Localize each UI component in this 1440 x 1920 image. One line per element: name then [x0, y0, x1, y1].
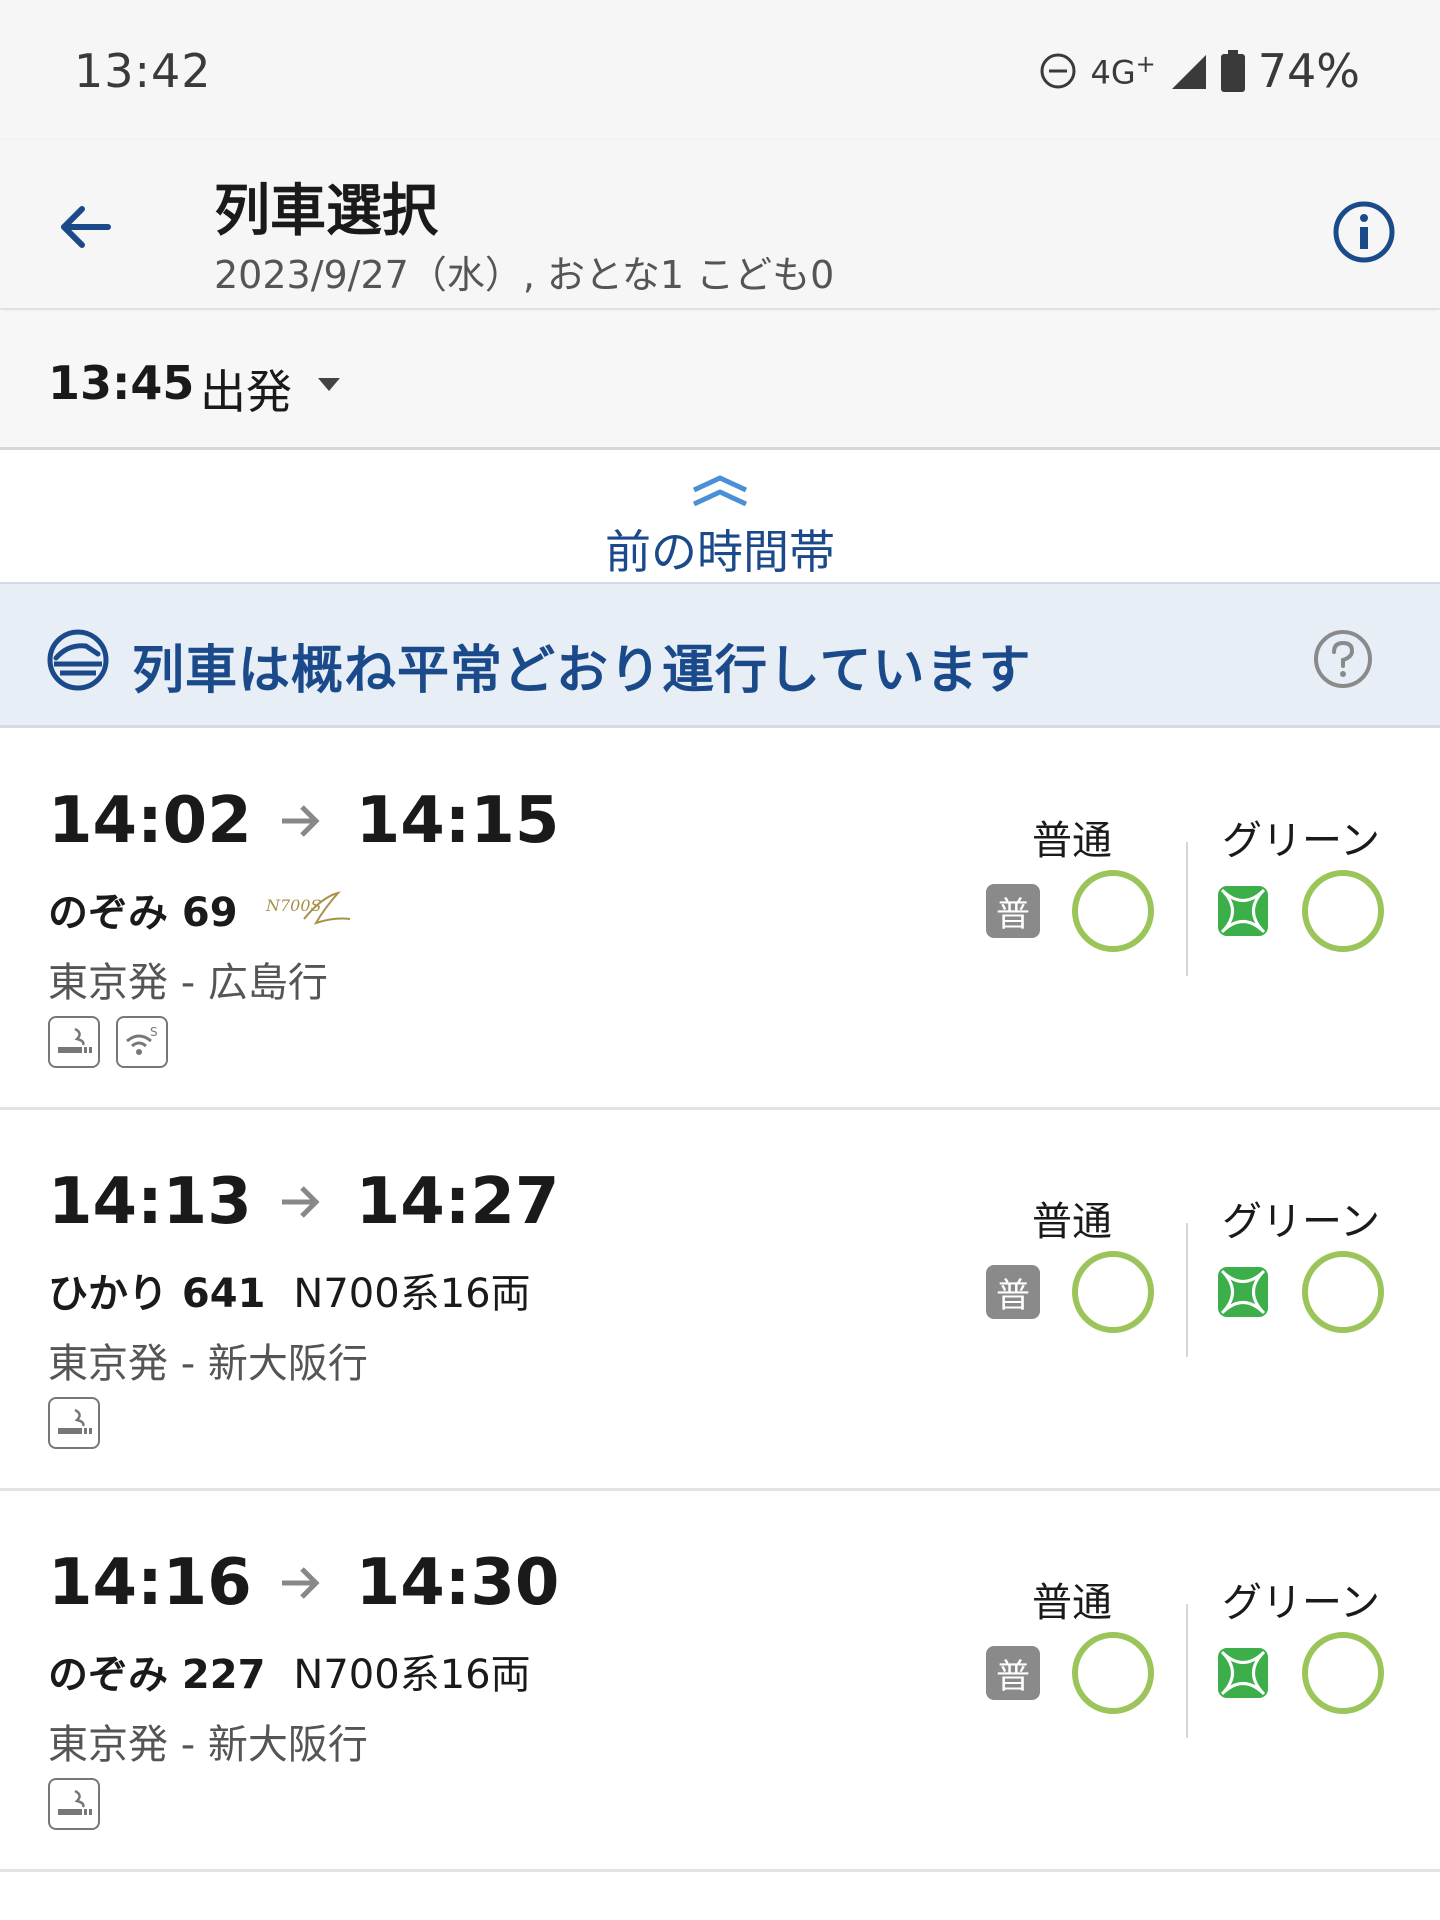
arrive-time: 14:27 — [355, 1165, 560, 1239]
previous-time-label: 前の時間帯 — [605, 525, 835, 579]
page-subtitle: 2023/9/27（水）, おとな1 こども0 — [214, 253, 835, 297]
class-label-futsu: 普通 — [1032, 818, 1112, 864]
train-name: ひかり 641 — [48, 1271, 266, 1317]
arrow-right-icon — [281, 1567, 320, 1599]
svg-text:N700S: N700S — [265, 896, 322, 915]
futsu-badge: 普 — [986, 1265, 1040, 1319]
info-icon[interactable] — [1332, 200, 1396, 264]
train-row[interactable]: 14:13 14:27 ひかり 641 N700系16両 東京発 - 新大阪行 … — [0, 1111, 1440, 1491]
train-type: N700系16両 — [293, 1652, 531, 1698]
green-available-button[interactable] — [1302, 870, 1384, 952]
train-route: 東京発 - 新大阪行 — [48, 1722, 368, 1768]
green-car-icon — [1218, 1648, 1268, 1698]
class-label-futsu: 普通 — [1032, 1199, 1112, 1245]
depart-time: 14:02 — [48, 784, 252, 858]
class-label-futsu: 普通 — [1032, 1580, 1112, 1626]
futsu-available-button[interactable] — [1072, 1632, 1154, 1714]
train-times: 14:16 14:30 — [48, 1546, 559, 1620]
previous-time-button[interactable]: 前の時間帯 — [0, 452, 1440, 582]
amenities — [48, 1397, 100, 1449]
page-title: 列車選択 — [214, 179, 438, 244]
class-divider — [1186, 1223, 1188, 1357]
train-times: 14:02 14:15 — [48, 784, 559, 858]
depart-time: 14:16 — [48, 1546, 252, 1620]
futsu-available-button[interactable] — [1072, 870, 1154, 952]
arrow-right-icon — [281, 1186, 320, 1218]
departure-label: 出発 — [200, 365, 292, 419]
departure-time: 13:45 — [48, 356, 195, 410]
back-button[interactable] — [48, 190, 122, 264]
train-row[interactable]: 14:16 14:30 のぞみ 227 N700系16両 東京発 - 新大阪行 … — [0, 1492, 1440, 1872]
train-route: 東京発 - 広島行 — [48, 960, 328, 1006]
class-divider — [1186, 842, 1188, 976]
signal-icon — [1171, 55, 1206, 89]
train-route: 東京発 - 新大阪行 — [48, 1341, 368, 1387]
train-times: 14:13 14:27 — [48, 1165, 559, 1239]
wifi-icon: S — [116, 1016, 168, 1068]
class-divider — [1186, 1604, 1188, 1738]
green-car-icon — [1218, 886, 1268, 936]
svg-text:S: S — [150, 1025, 158, 1039]
depart-time: 14:13 — [48, 1165, 252, 1239]
futsu-badge: 普 — [986, 884, 1040, 938]
smoking-room-icon — [48, 1397, 100, 1449]
futsu-badge: 普 — [986, 1646, 1040, 1700]
status-icons: 4G+ 74% — [1038, 44, 1360, 98]
class-label-green: グリーン — [1222, 1580, 1380, 1626]
status-bar: 13:42 4G+ 74% — [0, 0, 1440, 140]
green-car-icon — [1218, 1267, 1268, 1317]
green-available-button[interactable] — [1302, 1251, 1384, 1333]
train-name: のぞみ 227 — [48, 1652, 266, 1698]
class-label-green: グリーン — [1222, 818, 1380, 864]
battery-percent: 74% — [1257, 44, 1360, 98]
train-name: のぞみ 69 — [48, 890, 238, 936]
train-row[interactable]: 14:02 14:15 のぞみ 69 N700S 東京発 - 広島行 S 普通 … — [0, 730, 1440, 1110]
futsu-available-button[interactable] — [1072, 1251, 1154, 1333]
arrive-time: 14:30 — [355, 1546, 560, 1620]
notice-message: 列車は概ね平常どおり運行しています — [132, 641, 1032, 701]
network-type: 4G+ — [1090, 50, 1156, 92]
smoking-room-icon — [48, 1016, 100, 1068]
train-info: のぞみ 69 N700S — [48, 880, 354, 938]
n700s-logo: N700S — [265, 891, 350, 925]
caret-down-icon — [318, 378, 340, 391]
green-available-button[interactable] — [1302, 1632, 1384, 1714]
back-arrow-icon — [61, 206, 111, 248]
battery-icon — [1220, 50, 1245, 92]
help-icon[interactable] — [1312, 628, 1374, 690]
app-bar: 列車選択 2023/9/27（水）, おとな1 こども0 — [0, 140, 1440, 310]
arrow-right-icon — [281, 805, 320, 837]
class-label-green: グリーン — [1222, 1199, 1380, 1245]
smoking-room-icon — [48, 1778, 100, 1830]
do-not-disturb-icon — [1040, 53, 1076, 89]
train-info: のぞみ 227 N700系16両 — [48, 1642, 531, 1700]
train-status-icon — [47, 629, 109, 691]
arrive-time: 14:15 — [355, 784, 560, 858]
status-time: 13:42 — [74, 44, 212, 98]
train-type: N700系16両 — [293, 1271, 531, 1317]
double-chevron-up-icon — [692, 475, 748, 507]
operation-notice: 列車は概ね平常どおり運行しています — [0, 582, 1440, 728]
train-info: ひかり 641 N700系16両 — [48, 1261, 531, 1319]
amenities — [48, 1778, 100, 1830]
departure-selector[interactable]: 13:45 出発 — [0, 312, 1440, 450]
amenities: S — [48, 1016, 168, 1068]
